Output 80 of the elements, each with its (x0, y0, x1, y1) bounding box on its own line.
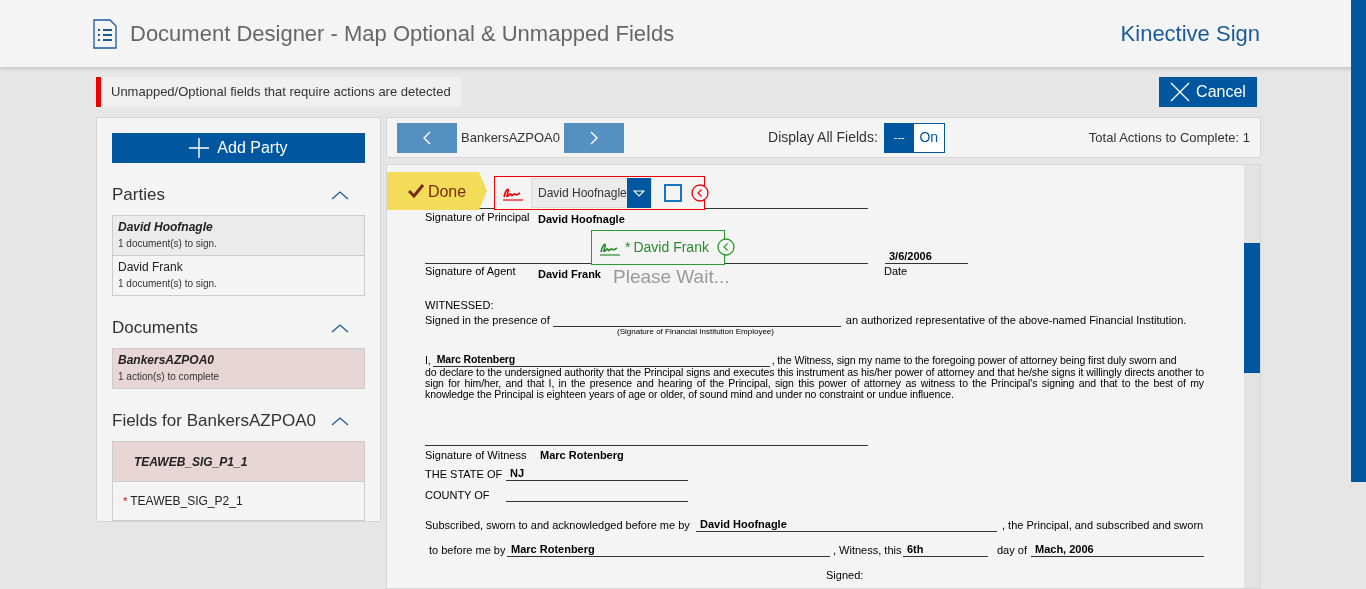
display-all-label: Display All Fields: (768, 128, 878, 147)
document-name: BankersAZPOA0 (461, 128, 560, 147)
field-value: David Hoofnagle (538, 213, 625, 226)
display-all-toggle[interactable]: --- On (883, 122, 945, 153)
item-name: David Hoofnagle (118, 219, 214, 235)
collapse-icon[interactable] (331, 190, 349, 200)
toggle-off-label: --- (884, 123, 914, 152)
brand-name: Kinective Sign (1120, 20, 1260, 48)
list-item[interactable]: BankersAZPOA0 1 action(s) to complete (113, 349, 364, 388)
item-detail: 1 document(s) to sign. (118, 237, 218, 251)
state-field: NJ (506, 467, 688, 481)
item-detail: 1 document(s) to sign. (118, 277, 218, 291)
item-name: David Frank (118, 259, 184, 275)
cancel-button[interactable]: Cancel (1159, 77, 1257, 107)
chevron-right-icon (590, 130, 598, 145)
principal-name-field: David Hoofnagle (696, 518, 997, 532)
signature-field[interactable]: * David Frank (591, 230, 725, 265)
document-text: , the Witness, sign my name to the foregoing power of attorney being first duly sworn and (771, 354, 1177, 367)
alert-message: Unmapped/Optional fields that require actions are detected (96, 77, 461, 107)
page-title: Document Designer - Map Optional & Unmapped Fields (130, 20, 675, 48)
item-name: BankersAZPOA0 (118, 352, 216, 368)
list-item[interactable]: David Frank 1 document(s) to sign. (113, 255, 364, 295)
field-name: TEAWEB_SIG_P1_1 (134, 453, 248, 471)
document-list-icon (93, 18, 117, 49)
scrollbar-thumb[interactable] (1244, 243, 1260, 373)
field-label: Signature of Agent (425, 265, 517, 279)
required-mark: * (123, 493, 128, 509)
chevron-left-icon (423, 130, 431, 145)
document-text: , Witness, this (833, 544, 903, 557)
required-mark: * (625, 241, 631, 254)
field-value: Marc Rotenberg (540, 449, 624, 462)
loading-text: Please Wait... (613, 266, 730, 288)
checkmark-icon (407, 184, 424, 198)
field-label: Date (884, 265, 908, 279)
list-item[interactable]: David Hoofnagle 1 document(s) to sign. (113, 216, 364, 255)
collapse-icon[interactable] (331, 323, 349, 333)
document-text: , the Principal, and subscribed and sworn (1002, 519, 1204, 532)
plus-icon (189, 138, 210, 158)
collapse-icon[interactable] (690, 184, 709, 202)
list-item[interactable]: * TEAWEB_SIG_P2_1 (113, 481, 364, 520)
month-year-field: Mach, 2006 (1031, 543, 1204, 557)
field-label: COUNTY OF (425, 489, 491, 502)
page-scrollbar-thumb[interactable] (1351, 0, 1366, 482)
document-text: Subscribed, sworn to and acknowledged before me by (425, 519, 691, 532)
section-heading: Fields for BankersAZPOA0 (112, 410, 317, 433)
field-value: David Frank (538, 268, 601, 281)
field-label: David Frank (633, 241, 709, 254)
date-field: 3/6/2006 (885, 250, 968, 264)
document-text: to before me by (429, 544, 507, 557)
next-button[interactable] (564, 122, 624, 153)
item-detail: 1 action(s) to complete (118, 370, 221, 384)
previous-button[interactable] (397, 122, 457, 153)
field-label: THE STATE OF (425, 468, 504, 481)
witness-name-field: Marc Rotenberg (507, 543, 830, 557)
field-checkbox[interactable] (663, 184, 682, 202)
document-text: I, (425, 354, 431, 367)
line-caption: (Signature of Financial Institution Employee) (617, 327, 775, 337)
dropdown-arrow-icon (632, 189, 645, 197)
section-heading: Documents (112, 317, 198, 340)
close-icon (1170, 82, 1191, 102)
field-name: TEAWEB_SIG_P2_1 (130, 493, 243, 510)
party-select[interactable]: David Hoofnagle (531, 178, 652, 208)
field-label: Signature of Principal (425, 211, 531, 225)
field-label: Signature of Witness (425, 449, 528, 462)
document-paragraph: do declare to the undersigned authority that the Principal signs and executes this instrument as his/her power of attorney and that he/she signs it willingly directs another to sign for him/her, and that I, in the presence and hearing of the Principal, sign this power of attorney as witness to the Principal's signing and that to the best of my knowledge the Principal is eighteen years of age or older, of sound mind and under no constraint or undue influence. (425, 367, 1204, 400)
document-text: Signed in the presence of (425, 314, 550, 327)
day-field: 6th (903, 543, 988, 557)
section-heading: Parties (112, 184, 165, 207)
document-text: an authorized representative of the above-named Financial Institution. (845, 314, 1187, 327)
done-button[interactable]: Done (387, 172, 487, 210)
add-party-button[interactable]: Add Party (112, 133, 365, 163)
document-text: day of (997, 544, 1028, 557)
toggle-on-label: On (913, 123, 944, 152)
witness-name-field: Marc Rotenberg (432, 353, 770, 367)
total-actions: Total Actions to Complete: 1 (1088, 128, 1250, 147)
section-label: WITNESSED: (425, 299, 495, 312)
list-item[interactable]: TEAWEB_SIG_P1_1 (113, 442, 364, 481)
collapse-icon[interactable] (717, 238, 735, 256)
collapse-icon[interactable] (331, 416, 349, 426)
document-text: Signed: (826, 569, 865, 582)
